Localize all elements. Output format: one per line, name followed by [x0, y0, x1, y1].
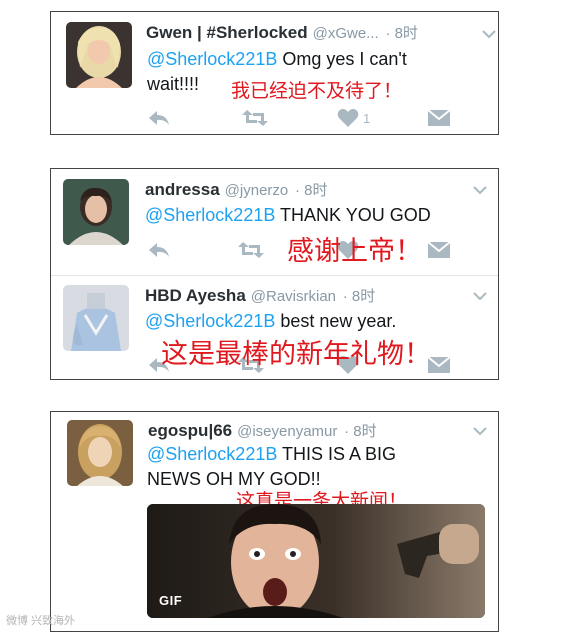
tweet-header: HBD Ayesha @Ravisrkian · 8时: [145, 285, 375, 306]
tweet-card-2: andressa @jynerzo · 8时 @Sherlock221B THAN…: [50, 168, 499, 380]
translation-caption: 我已经迫不及待了！: [231, 80, 403, 102]
tweet-text: @Sherlock221B THANK YOU GOD: [145, 205, 431, 225]
reply-icon[interactable]: [147, 240, 171, 260]
chevron-down-icon[interactable]: [472, 185, 488, 195]
mention-link[interactable]: @Sherlock221B: [147, 49, 277, 69]
tweet-text: @Sherlock221B best new year.: [145, 311, 397, 331]
avatar[interactable]: [63, 179, 129, 245]
tweet-card-3: egospu|66 @iseyenyamur · 8时 @Sherlock221B…: [50, 411, 499, 632]
tweet-header: Gwen | #Sherlocked @xGwe... · 8时: [146, 22, 418, 43]
reply-icon[interactable]: [147, 108, 171, 128]
envelope-icon[interactable]: [427, 240, 451, 260]
avatar[interactable]: [66, 22, 132, 88]
display-name[interactable]: egospu|66: [148, 421, 232, 440]
tweet-header: egospu|66 @iseyenyamur · 8时: [148, 420, 377, 441]
gif-media[interactable]: GIF: [147, 504, 485, 618]
tweet[interactable]: HBD Ayesha @Ravisrkian · 8时 @Sherlock221B…: [51, 276, 498, 379]
mention-link[interactable]: @Sherlock221B: [145, 311, 275, 331]
envelope-icon[interactable]: [427, 108, 451, 128]
mention-link[interactable]: @Sherlock221B: [145, 205, 275, 225]
like-count: 1: [363, 111, 371, 126]
tweet-header: andressa @jynerzo · 8时: [145, 179, 328, 200]
timestamp[interactable]: · 8时: [343, 288, 376, 305]
translation-caption: 感谢上帝！: [287, 236, 422, 267]
avatar[interactable]: [67, 420, 133, 486]
timestamp[interactable]: · 8时: [295, 182, 328, 199]
user-handle[interactable]: @jynerzo: [225, 182, 289, 199]
tweet[interactable]: andressa @jynerzo · 8时 @Sherlock221B THAN…: [51, 169, 498, 275]
avatar[interactable]: [63, 285, 129, 351]
gif-label: GIF: [159, 593, 183, 608]
display-name[interactable]: Gwen | #Sherlocked: [146, 23, 308, 42]
user-handle[interactable]: @iseyenyamur: [237, 423, 337, 440]
tweet[interactable]: Gwen | #Sherlocked @xGwe... · 8时 @Sherloc…: [51, 12, 498, 134]
tweet[interactable]: egospu|66 @iseyenyamur · 8时 @Sherlock221B…: [51, 412, 498, 631]
gif-thumbnail: [147, 504, 485, 618]
display-name[interactable]: HBD Ayesha: [145, 286, 246, 305]
chevron-down-icon[interactable]: [481, 29, 497, 39]
retweet-icon[interactable]: [237, 240, 265, 260]
heart-icon[interactable]: [337, 108, 359, 128]
retweet-icon[interactable]: [241, 108, 269, 128]
watermark: 微博 兴致海外: [6, 615, 76, 627]
tweet-text: @Sherlock221B THIS IS A BIG NEWS OH MY G…: [147, 444, 397, 489]
user-handle[interactable]: @xGwe...: [313, 25, 379, 42]
translation-caption: 这是最棒的新年礼物！: [161, 339, 431, 370]
mention-link[interactable]: @Sherlock221B: [147, 444, 277, 464]
chevron-down-icon[interactable]: [472, 426, 488, 436]
tweet-card-1: Gwen | #Sherlocked @xGwe... · 8时 @Sherloc…: [50, 11, 499, 135]
timestamp[interactable]: · 8时: [385, 25, 418, 42]
user-handle[interactable]: @Ravisrkian: [251, 288, 336, 305]
timestamp[interactable]: · 8时: [344, 423, 377, 440]
chevron-down-icon[interactable]: [472, 291, 488, 301]
tweet-actions: 1: [147, 108, 487, 130]
display-name[interactable]: andressa: [145, 180, 220, 199]
